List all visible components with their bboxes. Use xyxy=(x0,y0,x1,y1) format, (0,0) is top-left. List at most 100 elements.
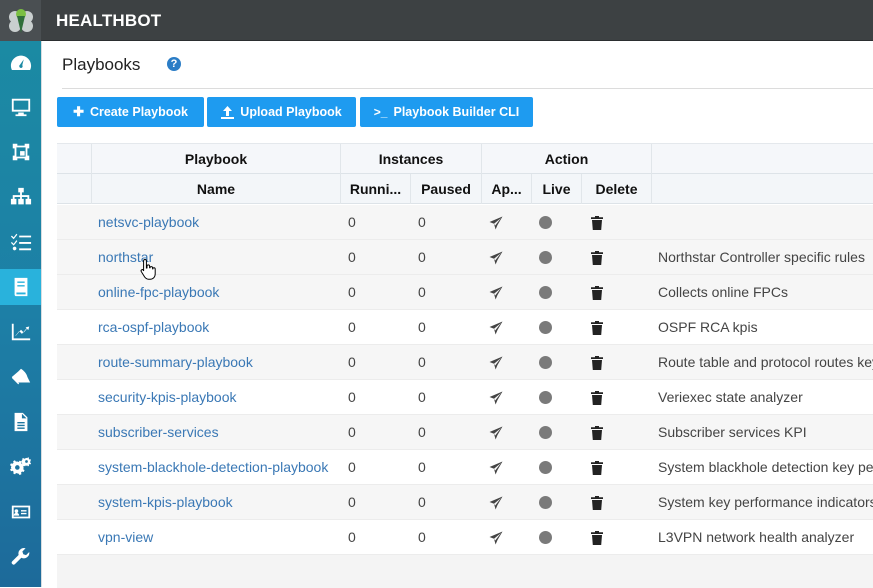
playbook-name-link[interactable]: rca-ospf-playbook xyxy=(98,310,338,345)
crop-square-icon xyxy=(12,143,29,161)
checklist-icon xyxy=(10,233,31,251)
table-row[interactable]: online-fpc-playbook 0 0 Collects online FPC… xyxy=(57,275,873,310)
sidebar-item-alerts[interactable] xyxy=(0,359,41,395)
live-status-dot[interactable] xyxy=(539,251,552,264)
live-status-dot[interactable] xyxy=(539,216,552,229)
table-row[interactable]: rca-ospf-playbook 0 0 OSPF RCA kpis xyxy=(57,310,873,345)
col-header-description xyxy=(652,174,873,204)
header-spacer xyxy=(57,144,92,174)
sidebar-item-settings[interactable] xyxy=(0,449,41,485)
table-row[interactable]: system-blackhole-detection-playbook 0 0 Sys… xyxy=(57,450,873,485)
apply-send-icon[interactable] xyxy=(489,391,503,405)
live-status-dot[interactable] xyxy=(539,321,552,334)
col-header-apply[interactable]: Ap... xyxy=(482,174,532,204)
sidebar-item-dashboard[interactable] xyxy=(0,45,41,81)
apply-send-icon[interactable] xyxy=(489,531,503,545)
table-row[interactable]: system-kpis-playbook 0 0 System key perform… xyxy=(57,485,873,520)
playbook-name-link[interactable]: vpn-view xyxy=(98,520,338,555)
healthbot-logo-icon[interactable] xyxy=(0,0,41,41)
group-header-instances: Instances xyxy=(341,144,482,174)
playbook-description: OSPF RCA kpis xyxy=(658,319,758,335)
col-header-name[interactable]: Name xyxy=(92,174,341,204)
playbook-description: Route table and protocol routes key xyxy=(658,354,873,370)
apply-send-icon[interactable] xyxy=(489,496,503,510)
delete-trash-icon[interactable] xyxy=(591,461,603,475)
delete-trash-icon[interactable] xyxy=(591,496,603,510)
table-body: netsvc-playbook 0 0 northstar 0 0 Northstar Co… xyxy=(57,205,873,588)
delete-trash-icon[interactable] xyxy=(591,286,603,300)
live-status-dot[interactable] xyxy=(539,286,552,299)
apply-send-icon[interactable] xyxy=(489,356,503,370)
speedometer-icon xyxy=(10,55,31,71)
playbook-name-link[interactable]: route-summary-playbook xyxy=(98,345,338,380)
table-row[interactable]: vpn-view 0 0 L3VPN network health analyzer xyxy=(57,520,873,555)
playbook-name-link[interactable]: security-kpis-playbook xyxy=(98,380,338,415)
area-chart-icon xyxy=(11,323,30,341)
table-row[interactable]: northstar 0 0 Northstar Controller specific… xyxy=(57,240,873,275)
live-status-dot[interactable] xyxy=(539,391,552,404)
group-header-action: Action xyxy=(482,144,652,174)
delete-trash-icon[interactable] xyxy=(591,426,603,440)
col-header-paused[interactable]: Paused xyxy=(411,174,482,204)
apply-send-icon[interactable] xyxy=(489,426,503,440)
book-icon xyxy=(14,277,27,297)
table-row[interactable]: netsvc-playbook 0 0 xyxy=(57,205,873,240)
wrench-icon xyxy=(11,548,29,565)
playbook-name-link[interactable]: system-blackhole-detection-playbook xyxy=(98,450,338,485)
playbook-name-link[interactable]: online-fpc-playbook xyxy=(98,275,338,310)
terminal-icon: >_ xyxy=(373,105,388,119)
playbook-name-link[interactable]: subscriber-services xyxy=(98,415,338,450)
live-status-dot[interactable] xyxy=(539,461,552,474)
table-row[interactable]: subscriber-services 0 0 Subscriber services… xyxy=(57,415,873,450)
upload-playbook-button[interactable]: Upload Playbook xyxy=(207,97,356,127)
delete-trash-icon[interactable] xyxy=(591,321,603,335)
col-header-live[interactable]: Live xyxy=(532,174,582,204)
upload-playbook-label: Upload Playbook xyxy=(240,105,342,119)
table-row[interactable]: route-summary-playbook 0 0 Route table and … xyxy=(57,345,873,380)
bell-icon xyxy=(11,368,30,385)
apply-send-icon[interactable] xyxy=(489,321,503,335)
sidebar-item-tools[interactable] xyxy=(0,539,41,575)
header-description-spacer xyxy=(652,144,873,174)
title-divider xyxy=(62,88,873,89)
col-header-delete[interactable]: Delete xyxy=(582,174,652,204)
playbook-name-link[interactable]: system-kpis-playbook xyxy=(98,485,338,520)
playbook-name-link[interactable]: netsvc-playbook xyxy=(98,205,338,240)
monitor-icon xyxy=(11,98,30,117)
upload-icon xyxy=(221,105,235,119)
live-status-dot[interactable] xyxy=(539,531,552,544)
apply-send-icon[interactable] xyxy=(489,286,503,300)
playbook-builder-cli-button[interactable]: >_ Playbook Builder CLI xyxy=(360,97,533,127)
live-status-dot[interactable] xyxy=(539,426,552,439)
sidebar-item-rules[interactable] xyxy=(0,224,41,260)
table-column-header: Name Runni... Paused Ap... Live Delete xyxy=(57,174,873,204)
playbook-name-link[interactable]: northstar xyxy=(98,240,338,275)
delete-trash-icon[interactable] xyxy=(591,251,603,265)
help-icon[interactable]: ? xyxy=(167,57,181,71)
delete-trash-icon[interactable] xyxy=(591,356,603,370)
sidebar-item-playbooks[interactable] xyxy=(0,269,41,305)
sidebar-item-graph[interactable] xyxy=(0,134,41,170)
sidebar-item-monitor[interactable] xyxy=(0,89,41,125)
delete-trash-icon[interactable] xyxy=(591,391,603,405)
sidebar-item-devices[interactable] xyxy=(0,494,41,530)
apply-send-icon[interactable] xyxy=(489,461,503,475)
delete-trash-icon[interactable] xyxy=(591,531,603,545)
col-header-running[interactable]: Runni... xyxy=(341,174,411,204)
live-status-dot[interactable] xyxy=(539,496,552,509)
sidebar-item-documents[interactable] xyxy=(0,404,41,440)
paused-count: 0 xyxy=(418,319,426,335)
app-title: HEALTHBOT xyxy=(56,11,162,30)
live-status-dot[interactable] xyxy=(539,356,552,369)
sidebar-item-topology[interactable] xyxy=(0,179,41,215)
playbooks-table: Playbook Instances Action Name Runni... … xyxy=(57,143,873,588)
sidebar-item-charts[interactable] xyxy=(0,314,41,350)
table-row[interactable]: security-kpis-playbook 0 0 Veriexec state a… xyxy=(57,380,873,415)
id-card-icon xyxy=(11,505,30,519)
create-playbook-button[interactable]: ✚ Create Playbook xyxy=(57,97,204,127)
delete-trash-icon[interactable] xyxy=(591,216,603,230)
apply-send-icon[interactable] xyxy=(489,216,503,230)
playbook-description: System key performance indicators xyxy=(658,494,873,510)
apply-send-icon[interactable] xyxy=(489,251,503,265)
running-count: 0 xyxy=(348,319,356,335)
